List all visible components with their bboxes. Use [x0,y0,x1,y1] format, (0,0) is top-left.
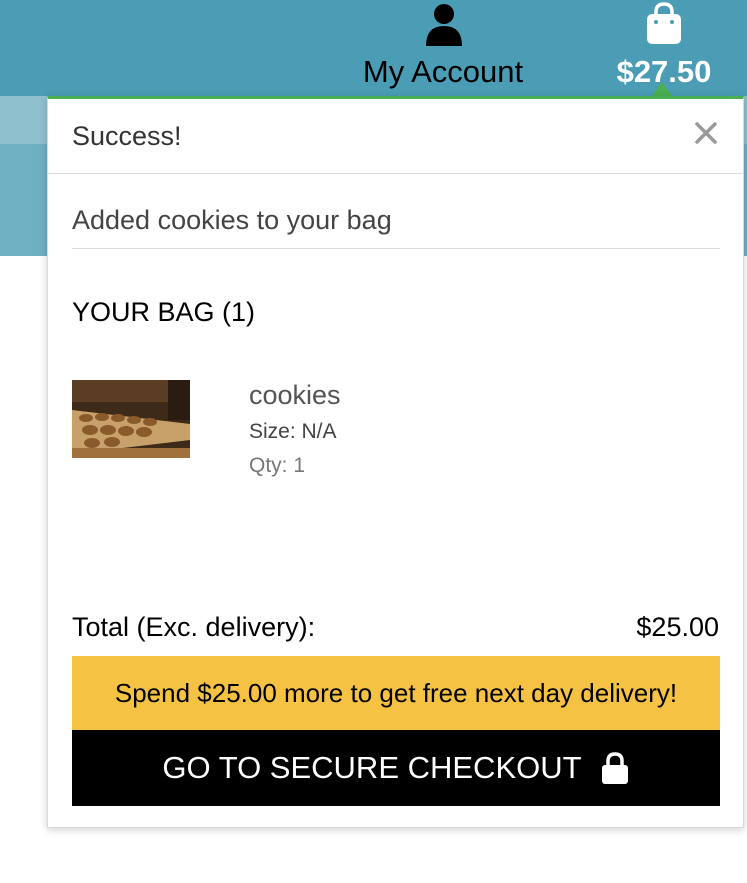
total-value: $25.00 [636,612,719,642]
my-account-link[interactable]: My Account [350,0,536,96]
free-delivery-banner: Spend $25.00 more to get free next day d… [72,656,720,730]
bag-item-size: Size: N/A [249,420,337,443]
secure-checkout-button[interactable]: GO TO SECURE CHECKOUT [72,730,720,806]
lock-icon [601,752,628,784]
toast-header: Success! [48,99,743,174]
checkout-label: GO TO SECURE CHECKOUT [162,750,582,785]
close-icon[interactable] [688,115,724,151]
user-icon [426,4,462,46]
success-toast: Success! Added cookies to your bag YOUR … [47,96,744,828]
bag-heading: YOUR BAG (1) [72,297,256,327]
free-delivery-text: Spend $25.00 more to get free next day d… [114,677,678,708]
cookies-product-image [72,380,190,458]
bag-item-name: cookies [249,380,341,410]
shopping-bag-icon [647,2,681,44]
toast-title: Success! [72,121,182,151]
bag-item-qty: Qty: 1 [249,454,306,477]
toast-pointer [652,82,672,96]
toast-message: Added cookies to your bag [72,205,720,249]
my-account-label: My Account [362,54,524,89]
total-label: Total (Exc. delivery): [72,612,316,642]
